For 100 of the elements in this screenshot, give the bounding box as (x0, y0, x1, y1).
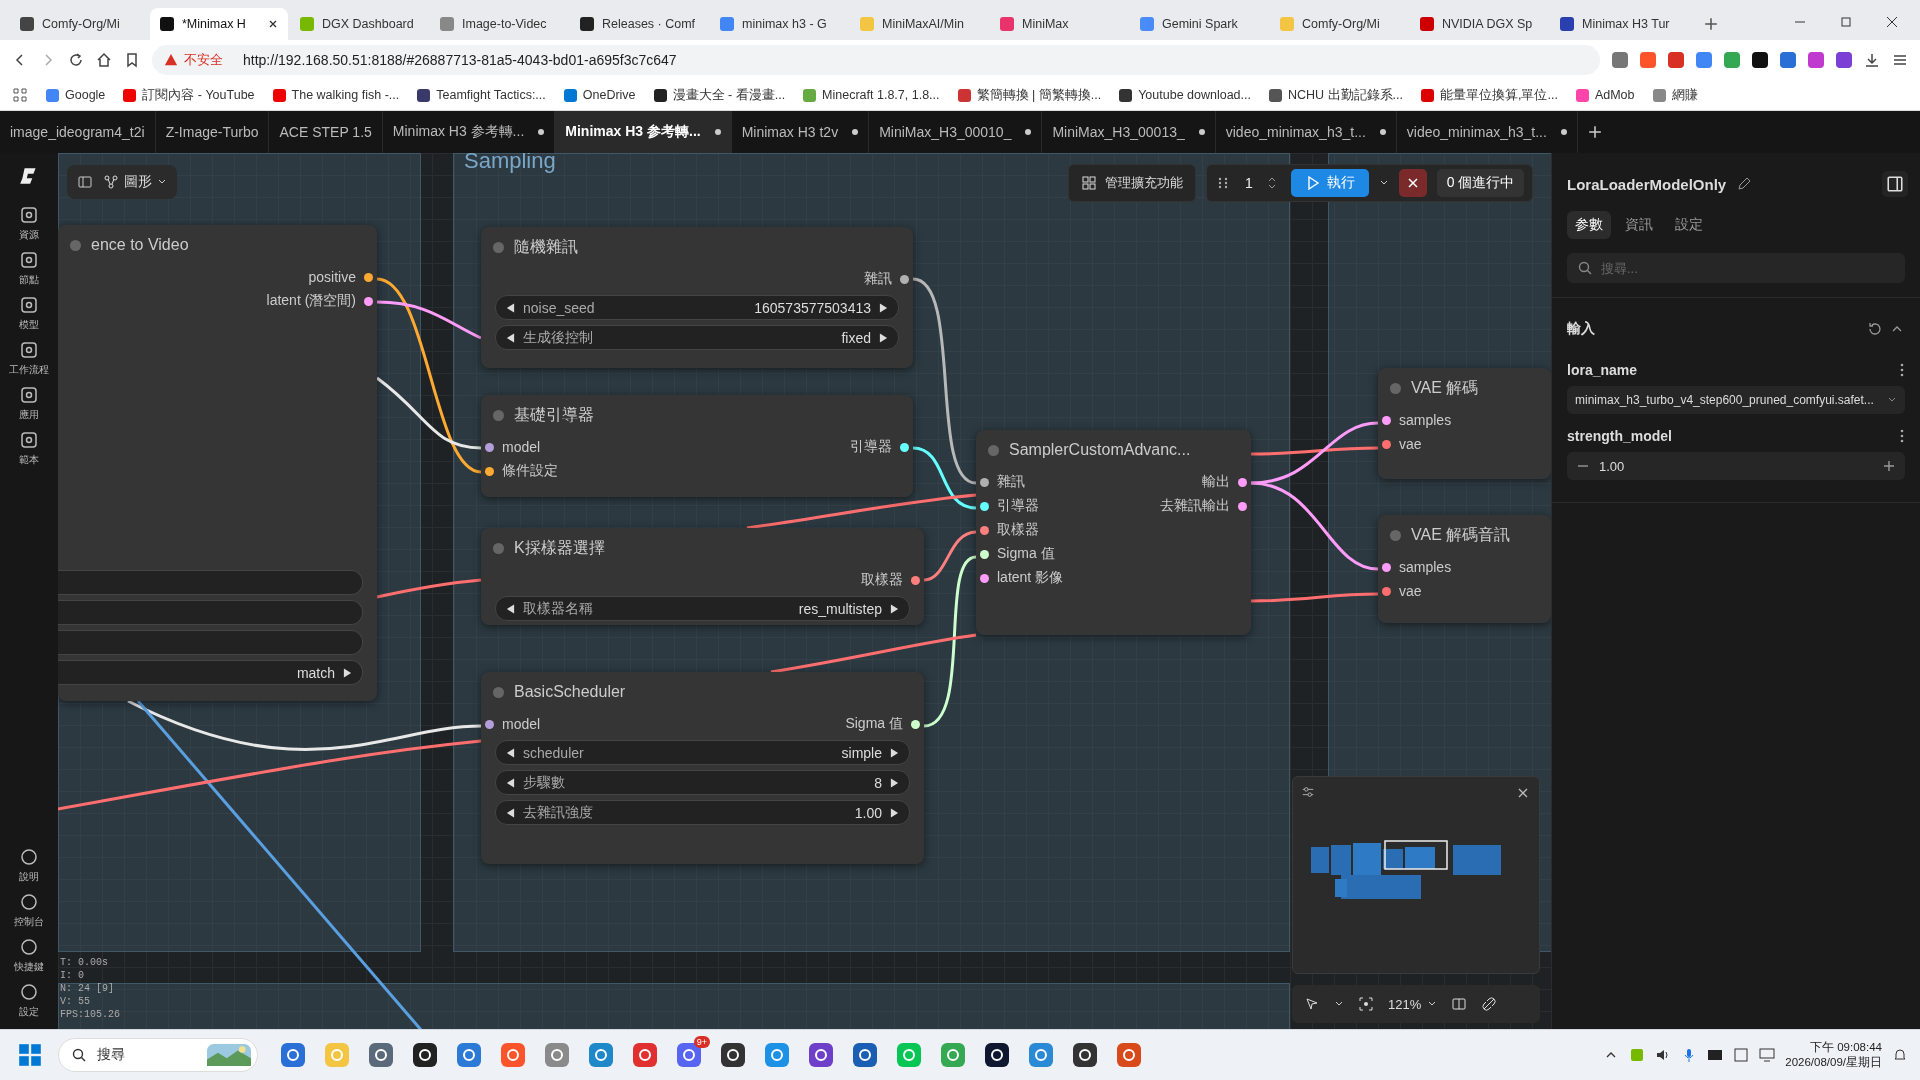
maximize-icon[interactable] (1840, 16, 1852, 28)
bookmark-icon[interactable] (124, 52, 140, 68)
bookmark[interactable]: 網賺 (1652, 86, 1698, 104)
decrement-arrow-icon[interactable] (506, 747, 515, 758)
menu-icon[interactable] (1892, 52, 1908, 68)
home-icon[interactable] (96, 52, 112, 68)
widget-field[interactable] (58, 630, 363, 655)
input-slot[interactable] (1382, 586, 1391, 596)
bookmark[interactable]: Youtube download... (1119, 88, 1251, 102)
search-field[interactable]: 搜尋... (1567, 253, 1905, 283)
widget-field[interactable]: noise_seed 160573577503413 (495, 295, 899, 320)
monitor-icon[interactable] (1759, 1047, 1776, 1063)
output-slot[interactable] (900, 442, 909, 452)
decrement-arrow-icon[interactable] (506, 603, 515, 614)
input-slot[interactable] (980, 501, 989, 511)
map-icon[interactable] (1451, 996, 1468, 1012)
increment-arrow-icon[interactable] (890, 777, 899, 788)
workflow-tab[interactable]: Minimax H3 参考轉... (555, 111, 732, 153)
input-slot[interactable] (980, 477, 989, 487)
widget-field[interactable]: match (58, 660, 363, 685)
cancel-button[interactable] (1398, 169, 1427, 197)
bookmark[interactable]: 能量單位換算,單位... (1421, 86, 1558, 104)
widget-field[interactable]: 去雜訊強度 1.00 (495, 800, 910, 825)
widget-field[interactable] (58, 570, 363, 595)
decrement-arrow-icon[interactable] (506, 777, 515, 788)
panel-tab[interactable]: 設定 (1667, 211, 1711, 239)
output-slot[interactable] (364, 272, 373, 282)
browser-tab[interactable]: MiniMax (990, 8, 1128, 40)
collapse-dot[interactable] (493, 241, 504, 253)
widget-field[interactable]: 步驟數 8 (495, 770, 910, 795)
node-canvas[interactable] (58, 153, 1551, 1029)
input-slot[interactable] (1382, 439, 1391, 449)
panel-tab[interactable]: 資訊 (1617, 211, 1661, 239)
collapse-dot[interactable] (988, 444, 999, 456)
increment-arrow-icon[interactable] (879, 302, 888, 313)
browser-tab[interactable]: MiniMaxAI/Min (850, 8, 988, 40)
extension-icon[interactable] (1752, 52, 1768, 68)
bookmark[interactable]: 繁簡轉換 | 簡繁轉換... (957, 86, 1102, 104)
sidebar-item[interactable]: 節點 (19, 250, 39, 287)
graph-node[interactable]: VAE 解碼音訊 samples vae (1378, 515, 1551, 623)
input-slot[interactable] (980, 573, 989, 583)
browser-tab[interactable]: *Minimax H (150, 8, 288, 40)
input-slot[interactable] (485, 719, 494, 729)
input-slot[interactable] (485, 442, 494, 452)
bookmark[interactable]: NCHU 出勤記錄系... (1269, 86, 1403, 104)
widget-field[interactable]: 取樣器名稱 res_multistep (495, 596, 910, 621)
fit-view-icon[interactable] (1358, 996, 1374, 1012)
browser-tab[interactable]: minimax h3 - G (710, 8, 848, 40)
app-icon[interactable] (632, 1042, 658, 1068)
graph-node[interactable]: SamplerCustomAdvanc... 雜訊 輸出 引導器 去雜訊輸出 取樣器 Sigma 值 latent 影像 (976, 430, 1251, 635)
close-icon[interactable] (268, 19, 278, 29)
download-icon[interactable] (1864, 52, 1880, 68)
collapse-dot[interactable] (493, 542, 504, 554)
graph-node[interactable]: ence to Video positive latent (潛空間) match (58, 225, 377, 701)
panel-tab[interactable]: 参數 (1567, 211, 1611, 239)
input-slot[interactable] (980, 549, 989, 559)
sidebar-item[interactable]: 工作流程 (9, 340, 49, 377)
widget-field[interactable]: 生成後控制 fixed (495, 325, 899, 350)
output-slot[interactable] (911, 719, 920, 729)
input-slot[interactable] (980, 525, 989, 535)
pointer-icon[interactable] (1304, 996, 1320, 1012)
link-off-icon[interactable] (1481, 996, 1498, 1012)
zoom-dropdown[interactable]: 121% (1388, 996, 1438, 1012)
output-slot[interactable] (900, 274, 909, 284)
more-icon[interactable] (1899, 428, 1905, 444)
sidebar-item[interactable]: 控制台 (14, 892, 44, 929)
browser-tab[interactable]: NVIDIA DGX Sp (1410, 8, 1548, 40)
sidebar-item[interactable]: 說明 (19, 847, 39, 884)
bookmark[interactable]: Teamfight Tactics:... (417, 88, 546, 102)
collapse-dot[interactable] (70, 239, 81, 251)
more-icon[interactable] (1899, 362, 1905, 378)
collapse-dot[interactable] (1390, 382, 1401, 394)
browser-tab[interactable]: Comfy-Org/Mi (1270, 8, 1408, 40)
stepper-icon[interactable] (1266, 175, 1277, 191)
sidebar-item[interactable]: 應用 (19, 385, 39, 422)
decrement-arrow-icon[interactable] (506, 332, 515, 343)
sidebar-item[interactable]: 模型 (19, 295, 39, 332)
bookmark[interactable]: AdMob (1575, 88, 1635, 102)
bookmark[interactable]: 訂閱內容 - YouTube (123, 86, 255, 104)
bookmark[interactable]: Google (46, 88, 106, 102)
apps-grid-icon[interactable] (12, 87, 28, 103)
batch-count-field[interactable]: 1 (1241, 175, 1281, 191)
reset-icon[interactable] (1867, 321, 1883, 337)
increment-arrow-icon[interactable] (890, 807, 899, 818)
plus-icon[interactable] (1881, 458, 1897, 474)
widget-field[interactable] (58, 600, 363, 625)
lora-dropdown[interactable]: minimax_h3_turbo_v4_step600_pruned_comfyui.safet... (1567, 386, 1905, 414)
collapse-dot[interactable] (493, 409, 504, 421)
bookmark[interactable]: 漫畫大全 - 看漫畫... (653, 86, 786, 104)
panel-icon[interactable] (77, 174, 93, 190)
mode-dropdown[interactable]: 圖形 (103, 173, 167, 191)
output-slot[interactable] (911, 575, 920, 585)
reload-icon[interactable] (68, 52, 84, 68)
graph-node[interactable]: 隨機雜訊 雜訊 noise_seed 160573577503413 生成後控制 fixed (481, 227, 913, 368)
increment-arrow-icon[interactable] (879, 332, 888, 343)
sidebar-item[interactable]: 資源 (19, 205, 39, 242)
close-icon[interactable] (1886, 16, 1898, 28)
new-tab-icon[interactable] (1704, 17, 1718, 31)
input-slot[interactable] (1382, 415, 1391, 425)
graph-node[interactable]: VAE 解碼 samples vae (1378, 368, 1551, 479)
